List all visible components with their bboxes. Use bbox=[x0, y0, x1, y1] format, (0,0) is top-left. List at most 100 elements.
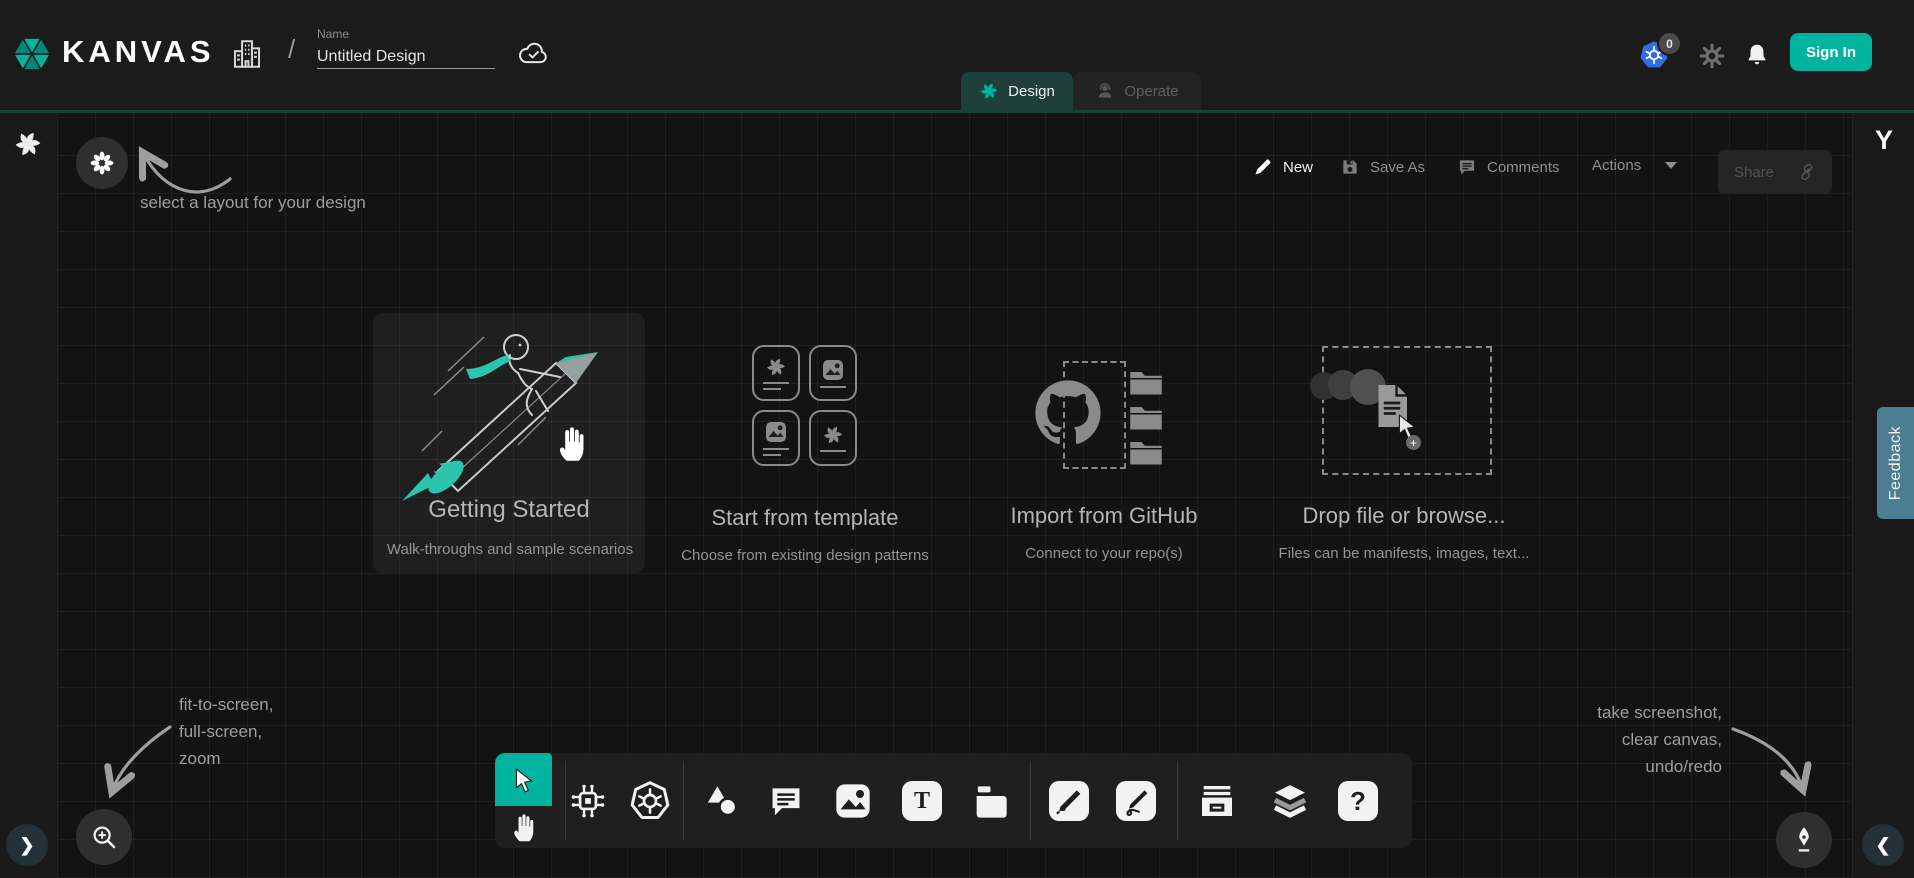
operate-person-icon bbox=[1095, 81, 1115, 101]
save-as-label: Save As bbox=[1370, 159, 1425, 176]
notifications-bell-icon[interactable] bbox=[1744, 41, 1770, 69]
card-github-subtitle: Connect to your repo(s) bbox=[954, 545, 1254, 562]
image-icon bbox=[833, 781, 873, 821]
comments-bubble-icon bbox=[1457, 157, 1477, 177]
tab-design-label: Design bbox=[1008, 83, 1055, 100]
app-header: KANVAS / Name Design Operate 0 Sign In bbox=[0, 0, 1914, 110]
template-tile bbox=[809, 410, 857, 466]
meshery-spiral-icon bbox=[765, 356, 787, 378]
comments-button[interactable]: Comments bbox=[1457, 157, 1560, 177]
tool-help-button[interactable]: ? bbox=[1338, 781, 1378, 821]
logo-wordmark[interactable]: KANVAS bbox=[62, 34, 215, 70]
canvas-actions-button[interactable] bbox=[1776, 812, 1832, 868]
tab-design[interactable]: Design bbox=[961, 72, 1073, 110]
tool-pen-button[interactable] bbox=[1049, 781, 1089, 821]
card-getting-started-title: Getting Started bbox=[373, 496, 645, 524]
new-label: New bbox=[1283, 159, 1313, 176]
actions-label: Actions bbox=[1592, 157, 1641, 174]
card-template-illustration bbox=[752, 345, 857, 466]
folder-icon bbox=[1128, 404, 1164, 431]
toolbar-divider bbox=[683, 761, 684, 840]
image-icon bbox=[764, 420, 788, 444]
pencil-new-icon bbox=[1253, 157, 1273, 177]
arrow-cursor-icon bbox=[511, 767, 537, 793]
chevron-right-icon: ❯ bbox=[19, 835, 34, 856]
left-rail bbox=[0, 113, 58, 878]
actions-dropdown[interactable]: Actions bbox=[1592, 157, 1677, 174]
design-spiral-icon bbox=[979, 81, 999, 101]
layers-icon bbox=[1270, 781, 1310, 821]
tool-kubernetes-button[interactable] bbox=[630, 781, 670, 821]
image-icon bbox=[821, 358, 845, 382]
layout-shuffle-button[interactable] bbox=[76, 137, 128, 189]
zoom-controls-button[interactable] bbox=[76, 809, 132, 865]
cloud-saved-icon bbox=[518, 41, 550, 66]
pen-tool-icon bbox=[1052, 784, 1086, 818]
folder-icon bbox=[1128, 439, 1164, 466]
zoom-magnifier-icon bbox=[89, 822, 119, 852]
github-octocat-icon[interactable] bbox=[1034, 379, 1102, 447]
expand-left-panel-button[interactable]: ❯ bbox=[6, 824, 48, 866]
name-field-label: Name bbox=[317, 27, 349, 41]
tool-layers-button[interactable] bbox=[1270, 781, 1310, 821]
card-drop-title[interactable]: Drop file or browse... bbox=[1269, 503, 1539, 529]
feedback-tab[interactable]: Feedback bbox=[1877, 407, 1914, 519]
tool-sketch-button[interactable] bbox=[1116, 781, 1156, 821]
template-tile bbox=[752, 345, 800, 401]
expand-right-panel-button[interactable]: ❮ bbox=[1862, 824, 1904, 866]
tool-tray-button[interactable] bbox=[1197, 781, 1237, 821]
layout-shuffle-icon bbox=[89, 150, 115, 176]
design-name-input[interactable] bbox=[317, 46, 495, 69]
shapes-icon bbox=[702, 781, 742, 821]
card-drop-subtitle: Files can be manifests, images, text... bbox=[1254, 545, 1554, 562]
folder-icon bbox=[1128, 369, 1164, 396]
card-github-title[interactable]: Import from GitHub bbox=[969, 503, 1239, 529]
hand-pan-icon bbox=[510, 811, 538, 843]
template-tile bbox=[809, 345, 857, 401]
plus-badge-icon: + bbox=[1406, 435, 1421, 450]
tool-shapes-button[interactable] bbox=[702, 781, 742, 821]
sticky-note-icon bbox=[970, 781, 1010, 821]
tool-pan-button[interactable] bbox=[495, 806, 552, 848]
share-label: Share bbox=[1734, 164, 1774, 181]
meshery-spiral-icon bbox=[822, 424, 844, 446]
comments-label: Comments bbox=[1487, 159, 1560, 176]
tool-images-button[interactable] bbox=[833, 781, 873, 821]
drawer-tray-icon bbox=[1197, 781, 1237, 821]
tool-notes-button[interactable] bbox=[970, 781, 1010, 821]
share-link-icon bbox=[1796, 162, 1816, 182]
card-template-title[interactable]: Start from template bbox=[670, 505, 940, 531]
layout-hint-text: select a layout for your design bbox=[140, 189, 366, 216]
tab-operate[interactable]: Operate bbox=[1073, 72, 1201, 110]
comment-bubble-icon bbox=[767, 782, 805, 820]
save-as-floppy-icon bbox=[1340, 157, 1360, 177]
tool-comments-button[interactable] bbox=[766, 781, 806, 821]
tool-text-button[interactable]: T bbox=[902, 781, 942, 821]
pencil-doodle-icon bbox=[1119, 784, 1153, 818]
sign-in-button[interactable]: Sign In bbox=[1790, 33, 1872, 71]
chevron-down-icon bbox=[1665, 162, 1677, 169]
design-canvas[interactable]: Y New Save As Comments Actions Share sel… bbox=[0, 110, 1914, 878]
meshery-spiral-icon[interactable] bbox=[13, 129, 43, 159]
kanvas-logo-icon[interactable] bbox=[12, 31, 52, 77]
hand-cursor-icon bbox=[555, 423, 589, 463]
tool-select-button[interactable] bbox=[495, 753, 552, 806]
toolbar-divider bbox=[565, 761, 566, 840]
template-tile bbox=[752, 410, 800, 466]
screenshot-hint-text: take screenshot, clear canvas, undo/redo bbox=[1597, 699, 1722, 780]
organization-icon[interactable] bbox=[230, 36, 264, 72]
chevron-left-icon: ❮ bbox=[1875, 835, 1890, 856]
kubernetes-wheel-icon bbox=[630, 781, 670, 821]
breadcrumb-separator: / bbox=[288, 34, 295, 65]
share-button[interactable]: Share bbox=[1718, 150, 1832, 194]
help-glyph: ? bbox=[1350, 786, 1366, 817]
tool-components-button[interactable] bbox=[568, 781, 608, 821]
context-count-badge: 0 bbox=[1657, 31, 1682, 56]
toolbar-divider bbox=[1030, 761, 1031, 840]
new-button[interactable]: New bbox=[1253, 157, 1313, 177]
component-chip-icon bbox=[569, 782, 607, 820]
settings-gear-icon[interactable] bbox=[1699, 43, 1725, 69]
shortcut-panel-icon[interactable]: Y bbox=[1866, 125, 1902, 156]
save-as-button[interactable]: Save As bbox=[1340, 157, 1425, 177]
card-template-subtitle: Choose from existing design patterns bbox=[655, 547, 955, 564]
